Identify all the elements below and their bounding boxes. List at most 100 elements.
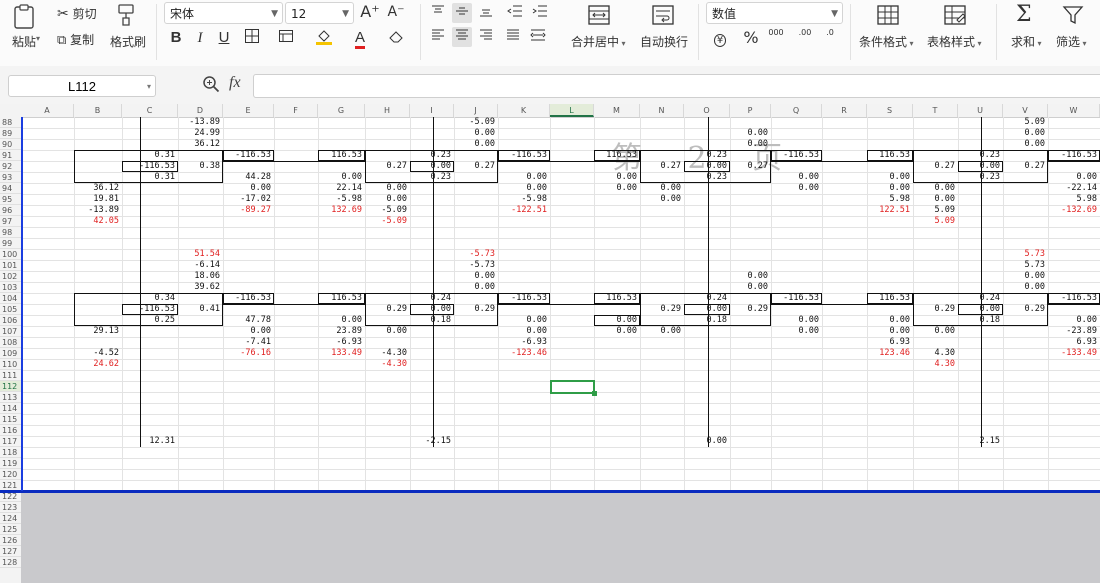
cell-m93[interactable]: 0.00 bbox=[594, 172, 637, 183]
paste-label[interactable]: 粘贴 bbox=[12, 33, 36, 50]
cell-e93[interactable]: 44.28 bbox=[223, 172, 271, 183]
clear-format-button[interactable] bbox=[386, 28, 406, 48]
cell-t94[interactable]: 0.00 bbox=[913, 183, 955, 194]
column-header-v[interactable]: V bbox=[1003, 104, 1048, 117]
cell-h97[interactable]: -5.09 bbox=[365, 216, 407, 227]
row-header-128[interactable]: 128 bbox=[0, 557, 21, 568]
percent-button[interactable]: % bbox=[741, 28, 761, 48]
cell-d90[interactable]: 36.12 bbox=[178, 139, 220, 150]
thousands-separator-button[interactable]: 000 bbox=[766, 28, 786, 48]
cell-w94[interactable]: -22.14 bbox=[1048, 183, 1097, 194]
row-header-125[interactable]: 125 bbox=[0, 524, 21, 535]
cell-h95[interactable]: 0.00 bbox=[365, 194, 407, 205]
cell-u92[interactable]: 0.00 bbox=[958, 161, 1000, 172]
cell-k95[interactable]: -5.98 bbox=[498, 194, 547, 205]
cell-j90[interactable]: 0.00 bbox=[454, 139, 495, 150]
wrap-text-button[interactable]: 自动换行 bbox=[640, 33, 688, 50]
cell-h94[interactable]: 0.00 bbox=[365, 183, 407, 194]
cell-t105[interactable]: 0.29 bbox=[913, 304, 955, 315]
cell-o91[interactable]: 0.23 bbox=[684, 150, 727, 161]
cell-b95[interactable]: 19.81 bbox=[74, 194, 119, 205]
cell-g91[interactable]: 116.53 bbox=[318, 150, 362, 161]
filter-button[interactable]: 筛选 ▾ bbox=[1056, 33, 1087, 50]
cell-q91[interactable]: -116.53 bbox=[771, 150, 819, 161]
cell-d101[interactable]: -6.14 bbox=[178, 260, 220, 271]
formula-input[interactable] bbox=[253, 74, 1100, 98]
cell-k104[interactable]: -116.53 bbox=[498, 293, 547, 304]
row-header-112[interactable]: 112 bbox=[0, 381, 21, 392]
cell-b96[interactable]: -13.89 bbox=[74, 205, 119, 216]
cell-n107[interactable]: 0.00 bbox=[640, 326, 681, 337]
cell-k108[interactable]: -6.93 bbox=[498, 337, 547, 348]
align-middle-button[interactable] bbox=[452, 3, 472, 23]
row-header-101[interactable]: 101 bbox=[0, 260, 21, 271]
align-left-button[interactable] bbox=[428, 27, 448, 47]
column-header-m[interactable]: M bbox=[594, 104, 640, 117]
cell-e109[interactable]: -76.16 bbox=[223, 348, 271, 359]
cell-e104[interactable]: -116.53 bbox=[223, 293, 271, 304]
cell-o93[interactable]: 0.23 bbox=[684, 172, 727, 183]
cell-d92[interactable]: 0.38 bbox=[178, 161, 220, 172]
row-header-96[interactable]: 96 bbox=[0, 205, 21, 216]
cell-v90[interactable]: 0.00 bbox=[1003, 139, 1045, 150]
cell-t109[interactable]: 4.30 bbox=[913, 348, 955, 359]
cell-v92[interactable]: 0.27 bbox=[1003, 161, 1045, 172]
cell-b97[interactable]: 42.05 bbox=[74, 216, 119, 227]
align-center-button[interactable] bbox=[452, 27, 472, 47]
column-header-g[interactable]: G bbox=[318, 104, 365, 117]
column-header-n[interactable]: N bbox=[640, 104, 684, 117]
row-header-103[interactable]: 103 bbox=[0, 282, 21, 293]
cell-o105[interactable]: 0.00 bbox=[684, 304, 727, 315]
sum-button[interactable]: 求和 ▾ bbox=[1011, 33, 1042, 50]
cell-s94[interactable]: 0.00 bbox=[867, 183, 910, 194]
cell-m107[interactable]: 0.00 bbox=[594, 326, 637, 337]
cell-w93[interactable]: 0.00 bbox=[1048, 172, 1097, 183]
cell-w109[interactable]: -133.49 bbox=[1048, 348, 1097, 359]
row-header-106[interactable]: 106 bbox=[0, 315, 21, 326]
cell-i92[interactable]: 0.00 bbox=[410, 161, 451, 172]
row-header-90[interactable]: 90 bbox=[0, 139, 21, 150]
cell-q94[interactable]: 0.00 bbox=[771, 183, 819, 194]
row-header-100[interactable]: 100 bbox=[0, 249, 21, 260]
cell-i105[interactable]: 0.00 bbox=[410, 304, 451, 315]
cell-w104[interactable]: -116.53 bbox=[1048, 293, 1097, 304]
column-header-p[interactable]: P bbox=[730, 104, 771, 117]
cell-k107[interactable]: 0.00 bbox=[498, 326, 547, 337]
cell-h92[interactable]: 0.27 bbox=[365, 161, 407, 172]
column-header-j[interactable]: J bbox=[454, 104, 498, 117]
cell-k94[interactable]: 0.00 bbox=[498, 183, 547, 194]
cell-g104[interactable]: 116.53 bbox=[318, 293, 362, 304]
cell-e108[interactable]: -7.41 bbox=[223, 337, 271, 348]
column-header-q[interactable]: Q bbox=[771, 104, 822, 117]
cell-m106[interactable]: 0.00 bbox=[594, 315, 637, 326]
cell-t92[interactable]: 0.27 bbox=[913, 161, 955, 172]
cell-g108[interactable]: -6.93 bbox=[318, 337, 362, 348]
cell-g96[interactable]: 132.69 bbox=[318, 205, 362, 216]
name-box[interactable]: L112 ▾ bbox=[8, 75, 156, 97]
column-header-k[interactable]: K bbox=[498, 104, 550, 117]
fill-handle[interactable] bbox=[592, 391, 597, 396]
row-header-98[interactable]: 98 bbox=[0, 227, 21, 238]
decrease-indent-button[interactable] bbox=[505, 3, 525, 23]
cell-h110[interactable]: -4.30 bbox=[365, 359, 407, 370]
row-header-119[interactable]: 119 bbox=[0, 458, 21, 469]
shrink-font-button[interactable]: A⁻ bbox=[386, 2, 406, 22]
cell-j88[interactable]: -5.09 bbox=[454, 117, 495, 128]
format-painter-button[interactable] bbox=[113, 3, 137, 27]
align-bottom-button[interactable] bbox=[476, 3, 496, 23]
cell-i117[interactable]: -2.15 bbox=[410, 436, 451, 447]
cell-d105[interactable]: 0.41 bbox=[178, 304, 220, 315]
cell-c91[interactable]: 0.31 bbox=[122, 150, 175, 161]
cell-w96[interactable]: -132.69 bbox=[1048, 205, 1097, 216]
cell-j100[interactable]: -5.73 bbox=[454, 249, 495, 260]
cell-c105[interactable]: -116.53 bbox=[122, 304, 175, 315]
paste-dropdown-icon[interactable]: ▾ bbox=[36, 34, 40, 43]
cell-p103[interactable]: 0.00 bbox=[730, 282, 768, 293]
cell-c93[interactable]: 0.31 bbox=[122, 172, 175, 183]
cell-g95[interactable]: -5.98 bbox=[318, 194, 362, 205]
grow-font-button[interactable]: A⁺ bbox=[360, 2, 380, 22]
column-header-a[interactable]: A bbox=[21, 104, 74, 117]
cell-s91[interactable]: 116.53 bbox=[867, 150, 910, 161]
row-header-89[interactable]: 89 bbox=[0, 128, 21, 139]
table-style-button[interactable]: 表格样式 ▾ bbox=[927, 33, 982, 50]
